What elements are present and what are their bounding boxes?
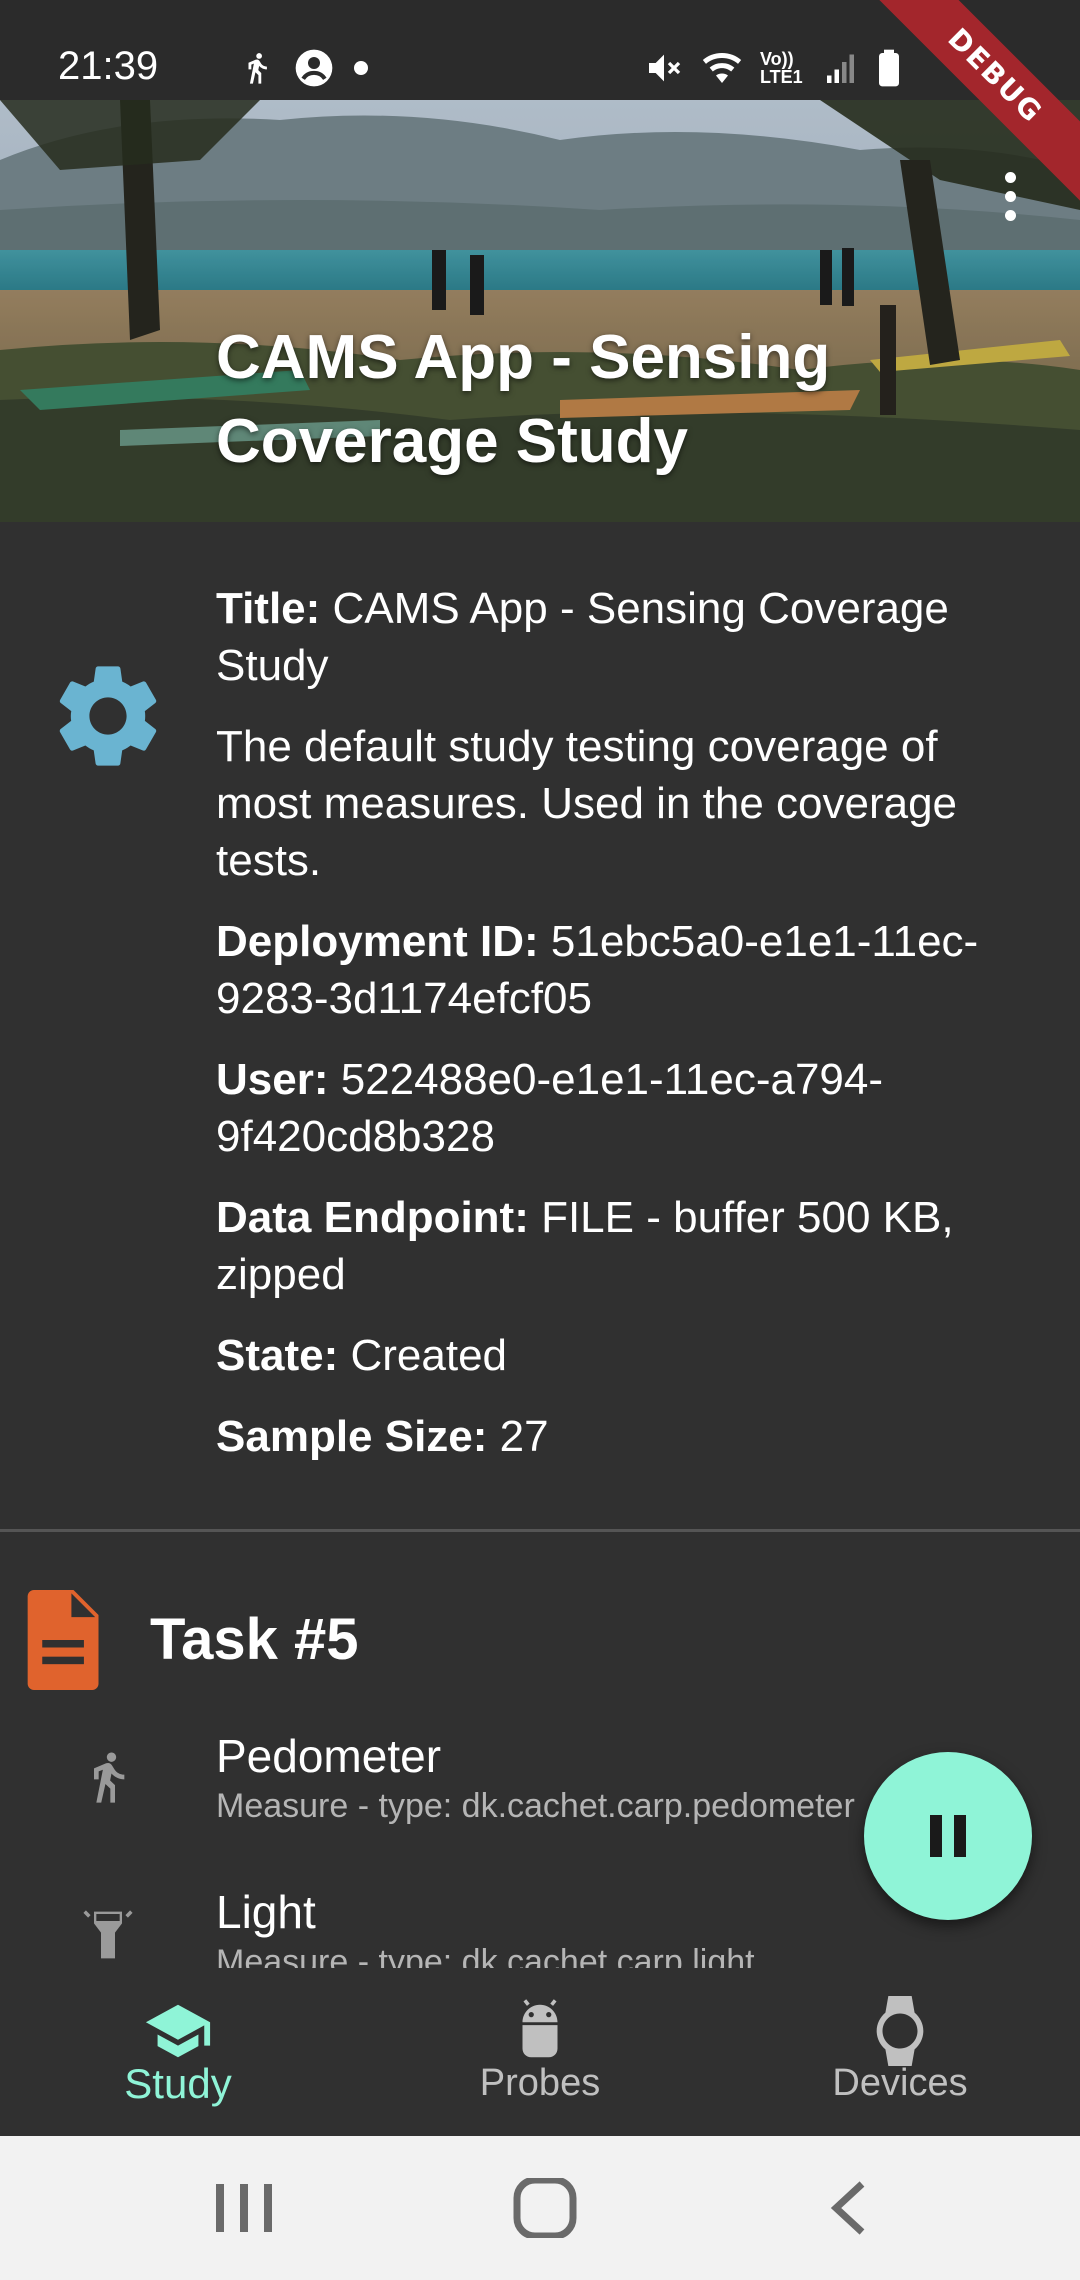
watch-icon [876, 1996, 924, 2066]
nav-label: Probes [479, 2062, 601, 2104]
volte-icon: Vo)) LTE1 [760, 49, 803, 87]
user-row: User: 522488e0-e1e1-11ec-a794-9f420cd8b3… [216, 1051, 1036, 1165]
nav-item-probes[interactable]: Probes [390, 1968, 690, 2136]
nav-item-devices[interactable]: Devices [750, 1968, 1050, 2136]
header-banner: CAMS App - Sensing Coverage Study [0, 100, 1080, 522]
deployment-row: Deployment ID: 51ebc5a0-e1e1-11ec-9283-3… [216, 913, 1036, 1027]
status-time: 21:39 [58, 44, 159, 88]
deployment-label: Deployment ID: [216, 917, 539, 966]
dot-icon [354, 61, 368, 75]
state-row: State: Created [216, 1327, 1036, 1384]
user-label: User: [216, 1055, 329, 1104]
school-icon [145, 2004, 211, 2058]
study-description: The default study testing coverage of mo… [216, 722, 958, 885]
more-options-icon[interactable] [998, 172, 1022, 228]
pause-button[interactable] [864, 1752, 1032, 1920]
mute-icon [649, 54, 681, 82]
gear-icon [46, 654, 170, 778]
recent-apps-icon[interactable] [204, 2178, 284, 2238]
android-icon [522, 1999, 558, 2058]
task-title: Task #5 [150, 1607, 359, 1672]
state-label: State: [216, 1331, 339, 1380]
sample-size-label: Sample Size: [216, 1412, 488, 1461]
walk-icon [248, 53, 267, 84]
wifi-icon [702, 53, 742, 83]
back-icon[interactable] [810, 2178, 890, 2238]
study-info: Title: CAMS App - Sensing Coverage Study… [216, 580, 1036, 1489]
state-value: Created [338, 1331, 508, 1380]
walk-icon [94, 1752, 125, 1803]
endpoint-label: Data Endpoint: [216, 1193, 529, 1242]
measure-type: Measure - type: dk.cachet.carp.light [216, 1943, 755, 1968]
endpoint-row: Data Endpoint: FILE - buffer 500 KB, zip… [216, 1189, 1036, 1303]
document-icon [18, 1590, 104, 1690]
signal-icon [827, 54, 854, 83]
nav-label: Study [124, 2060, 232, 2107]
sample-size-value: 27 [487, 1412, 549, 1461]
study-title-row: Title: CAMS App - Sensing Coverage Study [216, 580, 1036, 694]
home-icon[interactable] [505, 2178, 585, 2238]
divider [0, 1529, 1080, 1532]
battery-icon [879, 49, 899, 87]
bottom-navigation: Study Probes Devices [0, 1968, 1080, 2136]
nav-label: Devices [832, 2062, 968, 2104]
page-title: CAMS App - Sensing Coverage Study [216, 323, 831, 476]
study-title-label: Title: [216, 584, 321, 633]
study-title-value: CAMS App - Sensing Coverage Study [216, 584, 949, 690]
system-navigation-bar [0, 2136, 1080, 2280]
nav-item-study[interactable]: Study [28, 1968, 328, 2136]
account-circle-icon [295, 49, 333, 87]
pause-icon [930, 1815, 966, 1857]
sample-size-row: Sample Size: 27 [216, 1408, 1036, 1465]
flashlight-icon [83, 1910, 133, 1959]
